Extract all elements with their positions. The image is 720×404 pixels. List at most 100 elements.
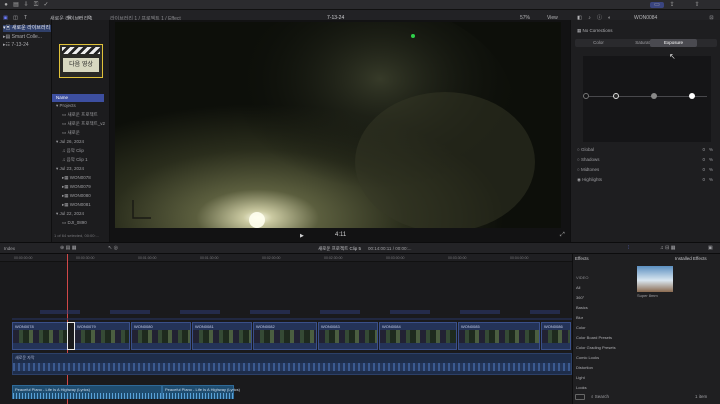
sidebar-toggle-icon[interactable] xyxy=(575,394,585,400)
append-clip-icon[interactable]: ⊕ ▤ ▦ xyxy=(60,245,76,251)
import-icon[interactable]: ⇩ xyxy=(22,2,30,8)
selected-clip-outline[interactable] xyxy=(67,322,75,350)
fullscreen-icon[interactable]: ⤢ xyxy=(560,232,565,239)
folder-icon: ▸▤ xyxy=(3,34,12,40)
list-item[interactable]: ▭ 새로운 xyxy=(62,129,80,137)
effect-category[interactable]: Distortion xyxy=(574,363,630,372)
tab-color[interactable]: Color xyxy=(575,39,622,47)
effect-category[interactable]: Looks xyxy=(574,383,630,392)
ruler-tick-label: 00:01:30:00 xyxy=(200,256,219,260)
clip-icon: ▸▦ xyxy=(62,202,70,207)
title-clips[interactable] xyxy=(40,310,560,314)
sidebar-item-event[interactable]: ▸☷ 7-13-24 xyxy=(3,42,29,49)
layout-toggle-icon[interactable]: ▭ xyxy=(650,2,664,8)
color-board[interactable] xyxy=(583,56,711,142)
param-global[interactable]: ○ Global 0% xyxy=(577,145,717,154)
audio-clip-label: Peaceful Piano - Life Is A Highway (Lyri… xyxy=(15,387,90,392)
selection-status: 1 of 64 selected, 00:00:... xyxy=(54,233,99,238)
sidebar-item-smart-collections[interactable]: ▸▤ Smart Colle... xyxy=(3,34,42,41)
ruler-tick-label: 00:02:30:00 xyxy=(324,256,343,260)
list-item[interactable]: ▭ 새로운 프로젝트 xyxy=(62,111,98,119)
keyword-icon[interactable]: ⚿ xyxy=(32,2,40,8)
name-column-header[interactable]: Name xyxy=(52,94,104,102)
list-item[interactable]: ♫ 음악 Clip 1 xyxy=(62,156,88,164)
list-item[interactable]: ▸▦ WON0080 xyxy=(62,192,91,200)
share-icon[interactable]: ⇪ xyxy=(668,2,676,8)
title-track[interactable]: 새로운 자막 xyxy=(12,353,572,375)
list-item[interactable]: ▾ Jul 26, 2024 xyxy=(56,138,84,146)
list-item[interactable]: ▾ Projects xyxy=(56,102,76,110)
midtones-puck[interactable] xyxy=(651,93,657,99)
inspector-tabs: Color Saturation Exposure xyxy=(575,39,717,47)
param-shadows[interactable]: ○ Shadows 0% xyxy=(577,155,717,164)
list-item[interactable]: ▾ Jul 23, 2024 xyxy=(56,165,84,173)
timeline-clip[interactable]: WON0079 xyxy=(74,322,130,350)
viewer-timecode: 4:11 xyxy=(335,232,347,238)
select-tool-icon[interactable]: ↖ ◎ xyxy=(108,245,118,251)
timeline-clip[interactable]: WON0083 xyxy=(318,322,378,350)
headphones-icon[interactable]: ♫ ⊟ ▦ xyxy=(660,245,675,251)
param-midtones[interactable]: ○ Midtones 0% xyxy=(577,165,717,174)
title-track-waveform xyxy=(13,363,571,371)
project-label[interactable]: 새로운 프로젝트 Clip 5 xyxy=(318,246,361,252)
search-field[interactable]: ⌕ Search xyxy=(591,394,609,399)
shadows-puck[interactable] xyxy=(613,93,619,99)
index-button[interactable]: Index xyxy=(4,246,15,251)
audio-clip[interactable]: Peaceful Piano - Life Is A Highway (Lyri… xyxy=(162,385,240,399)
effect-category[interactable]: All xyxy=(574,283,630,292)
effect-category[interactable]: Basics xyxy=(574,303,630,312)
list-item[interactable]: ▭ 새로운 프로젝트_v2 xyxy=(62,120,105,128)
timeline-clip[interactable]: WON0086 xyxy=(541,322,571,350)
effect-category[interactable]: Color Board Presets xyxy=(574,333,630,342)
audio-waveform xyxy=(13,393,161,399)
share-button[interactable]: ⇧ xyxy=(690,2,704,8)
ruler-tick-label: 00:04:00:00 xyxy=(510,256,529,260)
library-icon: ▾▣ xyxy=(3,25,12,31)
project-thumbnail[interactable]: 다음 영상 xyxy=(59,44,103,78)
timeline-clip[interactable]: WON0080 xyxy=(131,322,191,350)
libraries-sidebar: ▾▣ 새로운 라이브러리 ▸▤ Smart Colle... ▸☷ 7-13-2… xyxy=(0,20,52,242)
installed-effects-menu[interactable]: Installed Effects xyxy=(675,256,707,261)
audio-clip-label: Peaceful Piano - Life Is A Highway (Lyri… xyxy=(165,387,240,392)
tab-exposure[interactable]: Exposure xyxy=(650,39,697,47)
effect-category[interactable]: Color xyxy=(574,323,630,332)
effect-category[interactable]: 360° xyxy=(574,293,630,302)
timeline-clip[interactable]: WON0081 xyxy=(192,322,252,350)
list-item[interactable]: ▸▦ WON0078 xyxy=(62,174,91,182)
list-item[interactable]: ▸▦ WON0079 xyxy=(62,183,91,191)
timeline-header: Index ⊕ ▤ ▦ ↖ ◎ 새로운 프로젝트 Clip 5 00:14:00… xyxy=(0,242,720,254)
event-browser: 다음 영상 Name ▾ Projects ▭ 새로운 프로젝트 ▭ 새로운 프… xyxy=(52,20,110,242)
list-item[interactable]: ▸▦ WON0081 xyxy=(62,201,91,209)
effects-browser-icon[interactable]: ▣ xyxy=(708,245,713,251)
global-puck[interactable] xyxy=(583,93,589,99)
list-item[interactable]: ♫ 음악 Clip xyxy=(62,147,84,155)
timeline-clip[interactable]: WON0085 xyxy=(458,322,540,350)
effect-name: Super 8mm xyxy=(637,293,658,298)
effect-category[interactable]: Blur xyxy=(574,313,630,322)
play-icon[interactable]: ▶ xyxy=(300,233,304,239)
library-icon[interactable]: ▤ xyxy=(12,2,20,8)
list-item[interactable]: ▭ DJI_0890 xyxy=(62,219,87,227)
param-highlights[interactable]: ◉ Highlights 0% xyxy=(577,175,717,184)
skimming-icon[interactable]: ⫶ xyxy=(628,245,629,251)
effect-category[interactable]: Color Grading Presets xyxy=(574,343,630,352)
close-window-icon[interactable]: ● xyxy=(2,2,10,8)
ruler-tick-label: 00:01:00:00 xyxy=(138,256,157,260)
sidebar-item-library[interactable]: ▾▣ 새로운 라이브러리 xyxy=(3,25,51,32)
connected-title-lane xyxy=(12,318,572,320)
timeline-clip[interactable]: WON0078 xyxy=(12,322,68,350)
audio-clip[interactable]: Peaceful Piano - Life Is A Highway (Lyri… xyxy=(12,385,162,399)
timeline-clip[interactable]: WON0082 xyxy=(253,322,317,350)
clip-icon: ▸▦ xyxy=(62,193,70,198)
video-frame[interactable] xyxy=(115,22,561,228)
list-item[interactable]: ▾ Jul 22, 2024 xyxy=(56,210,84,218)
effect-category[interactable]: Comic Looks xyxy=(574,353,630,362)
effect-thumbnail[interactable] xyxy=(637,266,673,292)
window-title-bar: ● ▤ ⇩ ⚿ ✓ ▭ ⇪ ⇧ xyxy=(0,0,720,10)
checkmark-icon[interactable]: ✓ xyxy=(42,2,50,8)
highlights-puck[interactable] xyxy=(689,93,695,99)
effect-category-header: VIDEO xyxy=(576,275,589,280)
timeline-clip[interactable]: WON0084 xyxy=(379,322,457,350)
effect-category[interactable]: Light xyxy=(574,373,630,382)
correction-selector[interactable]: ▦ No Corrections xyxy=(577,28,613,34)
